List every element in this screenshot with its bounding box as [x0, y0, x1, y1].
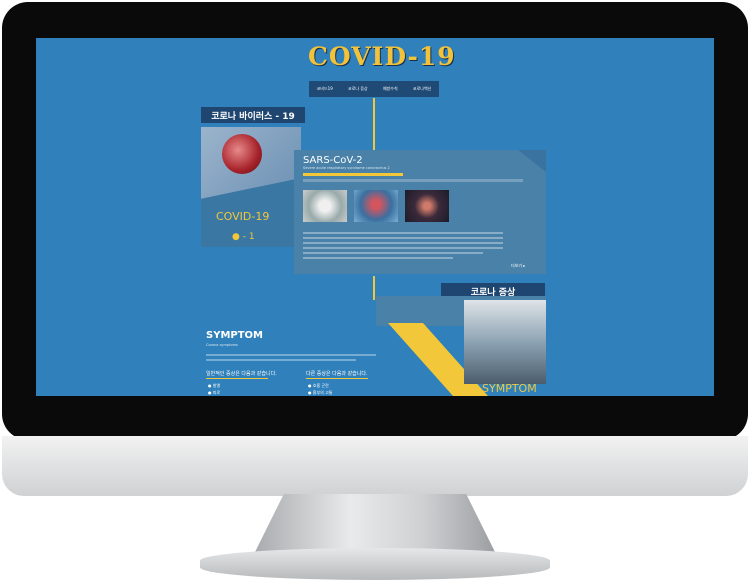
- monitor-stand-neck: [255, 494, 495, 552]
- nav-item-vaccine[interactable]: 코로나백신: [413, 86, 431, 92]
- virus-icon: [222, 134, 262, 174]
- virus-photo-3: [405, 190, 449, 222]
- panel-body-line: [303, 252, 483, 254]
- common-symptoms-title: 일반적인 증상은 다음과 같습니다.: [206, 371, 277, 377]
- symptom-title: SYMPTOM: [206, 330, 263, 341]
- panel-body-line: [303, 257, 453, 259]
- panel-subtitle: Severe acute respiratory syndrome corona…: [303, 166, 390, 170]
- symptom-text-line: [206, 359, 356, 361]
- symptom-text-line: [206, 354, 376, 356]
- connector-line: [373, 276, 375, 300]
- main-nav: 코비드19 코로나 증상 예방수칙 코로나백신: [309, 81, 439, 97]
- virus-photo-2: [354, 190, 398, 222]
- panel-title: SARS-CoV-2: [303, 155, 363, 166]
- symptom-subtitle: Corona symptoms: [206, 343, 238, 347]
- panel-text-line: [303, 179, 523, 182]
- panel-body-line: [303, 242, 503, 244]
- panel-body-line: [303, 237, 503, 239]
- nav-item-covid19[interactable]: 코비드19: [317, 86, 333, 92]
- monitor-stand-base: [200, 548, 550, 580]
- panel-text-line: [303, 173, 403, 176]
- symptom-item: ● 흉부의 고통: [308, 390, 333, 395]
- nav-item-symptoms[interactable]: 코로나 증상: [348, 86, 368, 92]
- desktop-monitor: COVID-19 코비드19 코로나 증상 예방수칙 코로나백신 코로나 바이러…: [0, 0, 750, 588]
- connector-line: [373, 98, 375, 150]
- panel-body-line: [303, 247, 503, 249]
- more-link[interactable]: 더보기 ▸: [511, 263, 525, 269]
- section-header-coronavirus: 코로나 바이러스 - 19: [201, 107, 305, 123]
- symptom-item: ● 피로: [208, 390, 221, 395]
- virus-photo-1: [303, 190, 347, 222]
- photo-caption: SYMPTOM: [482, 382, 537, 395]
- card-number: ● - 1: [232, 232, 255, 242]
- title-underline: [206, 378, 268, 379]
- monitor-chin: [2, 436, 748, 496]
- medical-staff-photo: [464, 300, 546, 384]
- symptom-item: ● 호흡 곤란: [308, 383, 329, 388]
- card-title: COVID-19: [216, 210, 270, 223]
- website-screen: COVID-19 코비드19 코로나 증상 예방수칙 코로나백신 코로나 바이러…: [36, 38, 714, 396]
- nav-item-prevention[interactable]: 예방수칙: [383, 86, 398, 92]
- symptom-item: ● 발열: [208, 383, 221, 388]
- site-logo[interactable]: COVID-19: [308, 42, 456, 71]
- panel-body-line: [303, 232, 503, 234]
- title-underline: [306, 378, 368, 379]
- other-symptoms-title: 다른 증상은 다음과 같습니다.: [306, 371, 368, 377]
